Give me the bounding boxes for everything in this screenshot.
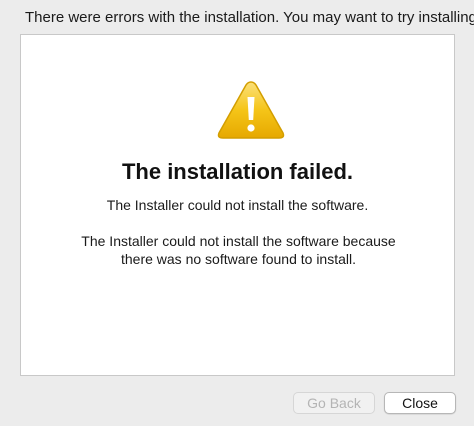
warning-icon [217, 81, 285, 139]
error-banner-text: There were errors with the installation.… [25, 9, 474, 26]
result-panel: The installation failed. The Installer c… [20, 34, 455, 376]
close-button[interactable]: Close [384, 392, 456, 414]
go-back-button[interactable]: Go Back [293, 392, 375, 414]
failure-detail-line-1: The Installer could not install the soft… [81, 233, 396, 249]
failure-detail-line-2: there was no software found to install. [120, 251, 357, 267]
failure-subtitle: The Installer could not install the soft… [106, 197, 369, 213]
failure-detail: The Installer could not install the soft… [61, 232, 416, 268]
failure-title: The installation failed. [121, 159, 354, 184]
